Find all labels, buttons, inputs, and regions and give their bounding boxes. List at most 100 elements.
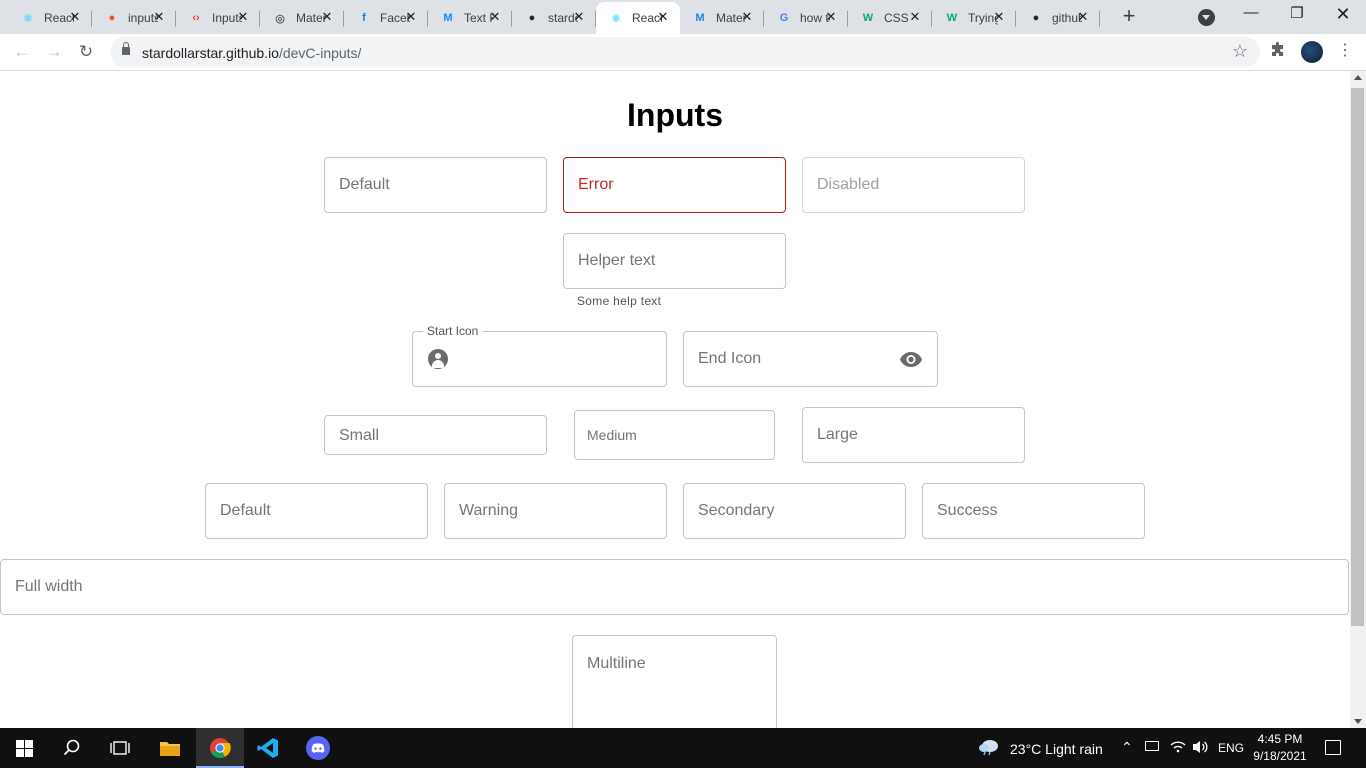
back-button[interactable]: ← [11, 41, 33, 63]
browser-tab[interactable]: ● github ✕ [1016, 2, 1100, 34]
large-input-placeholder: Large [817, 426, 858, 443]
color-warning-input[interactable]: Warning [444, 483, 667, 539]
scroll-up-arrow-icon[interactable] [1354, 75, 1362, 80]
new-tab-button[interactable]: + [1118, 5, 1140, 28]
tab-close-icon[interactable]: ✕ [152, 10, 166, 24]
search-icon [63, 739, 80, 756]
menu-kebab-icon[interactable]: ⋮ [1337, 40, 1353, 60]
extensions-puzzle-icon[interactable] [1270, 42, 1286, 63]
helper-text-input[interactable]: Helper text [563, 233, 786, 289]
default-input[interactable]: Default [324, 157, 547, 213]
tab-close-icon[interactable]: ✕ [656, 10, 670, 24]
color-secondary-input[interactable]: Secondary [683, 483, 906, 539]
chrome-icon [210, 738, 231, 759]
large-input[interactable]: Large [802, 407, 1025, 463]
browser-tab[interactable]: fFacebook✕ [344, 2, 428, 34]
clock-date[interactable]: 9/18/2021 [1250, 749, 1310, 763]
disabled-input: Disabled [802, 157, 1025, 213]
github-icon: ● [1032, 12, 1040, 24]
forward-button[interactable]: → [43, 41, 65, 63]
color-success-input[interactable]: Success [922, 483, 1145, 539]
mui-icon: M [695, 12, 705, 24]
reload-button[interactable]: ↻ [75, 41, 97, 63]
browser-tab[interactable]: ● inputs ✕ [92, 2, 176, 34]
notifications-icon[interactable] [1325, 740, 1341, 755]
language-indicator[interactable]: ENG [1218, 741, 1244, 755]
helper-text-input-placeholder: Helper text [578, 252, 656, 269]
show-hidden-icons-chevron-icon[interactable]: ⌃ [1121, 739, 1133, 756]
tab-close-icon[interactable]: ✕ [404, 10, 418, 24]
eye-icon[interactable] [899, 351, 923, 372]
error-input-placeholder: Error [578, 176, 614, 193]
start-icon-label: Start Icon [423, 324, 483, 338]
volume-icon[interactable] [1192, 739, 1208, 760]
tab-close-icon[interactable]: ✕ [572, 10, 586, 24]
tab-close-icon[interactable]: ✕ [992, 10, 1006, 24]
battery-icon[interactable] [1145, 741, 1159, 751]
tab-close-icon[interactable]: ✕ [908, 10, 922, 24]
address-bar[interactable]: stardollarstar.github.io/devC-inputs/ ☆ [110, 37, 1260, 67]
start-icon-input[interactable]: Start Icon [412, 324, 667, 387]
disabled-input-placeholder: Disabled [817, 176, 880, 193]
file-explorer-button[interactable] [146, 728, 194, 768]
bookmark-star-icon[interactable]: ☆ [1232, 41, 1248, 62]
lock-icon[interactable] [122, 42, 130, 55]
tab-search-icon[interactable] [1198, 9, 1215, 26]
tab-close-icon[interactable]: ✕ [236, 10, 250, 24]
wifi-icon[interactable] [1170, 738, 1186, 759]
minimize-button[interactable]: — [1241, 4, 1261, 26]
error-input[interactable]: Error [563, 157, 786, 213]
full-width-input-placeholder: Full width [15, 578, 83, 595]
windows-taskbar: 23°C Light rain ⌃ ENG 4:45 PM 9/18/2021 [0, 728, 1366, 768]
weather-cloud-icon[interactable] [978, 738, 1000, 761]
restore-button[interactable]: ❐ [1287, 4, 1307, 26]
full-width-input[interactable]: Full width [0, 559, 1349, 615]
start-button[interactable] [0, 728, 48, 768]
browser-tab[interactable]: ◎Material✕ [260, 2, 344, 34]
multiline-textarea[interactable]: Multiline [572, 635, 777, 728]
discord-taskbar-button[interactable] [294, 728, 342, 768]
browser-tab[interactable]: ‹› Inputs ✕ [176, 2, 260, 34]
browser-tab[interactable]: W CSS ✕ [848, 2, 932, 34]
task-view-button[interactable] [96, 728, 144, 768]
small-input[interactable]: Small [324, 415, 547, 455]
weather-text[interactable]: 23°C Light rain [1010, 741, 1103, 757]
react-icon: ⚛ [611, 12, 621, 25]
profile-avatar[interactable] [1301, 41, 1323, 63]
tab-close-icon[interactable]: ✕ [1076, 10, 1090, 24]
vscode-taskbar-button[interactable] [244, 728, 292, 768]
browser-tab[interactable]: ⚛React App✕ [596, 2, 680, 34]
color-warning-input-placeholder: Warning [459, 502, 518, 519]
scroll-thumb[interactable] [1351, 88, 1364, 626]
color-default-input-placeholder: Default [220, 502, 271, 519]
tab-close-icon[interactable]: ✕ [320, 10, 334, 24]
browser-tab[interactable]: MMaterial✕ [680, 2, 764, 34]
tab-strip: ⚛React App✕●inputs✕‹›Inputs✕◎Material✕fF… [0, 0, 1366, 34]
code-icon: ‹› [192, 12, 200, 24]
tab-close-icon[interactable]: ✕ [488, 10, 502, 24]
tab-close-icon[interactable]: ✕ [824, 10, 838, 24]
chrome-taskbar-button[interactable] [196, 728, 244, 768]
medium-input-placeholder: Medium [587, 427, 637, 443]
browser-tab[interactable]: ⚛React App✕ [8, 2, 92, 34]
default-input-placeholder: Default [339, 176, 390, 193]
search-button[interactable] [48, 728, 96, 768]
end-icon-input[interactable]: End Icon [683, 331, 938, 387]
tab-close-icon[interactable]: ✕ [68, 10, 82, 24]
page-scrollbar[interactable] [1350, 71, 1366, 728]
google-icon: G [779, 12, 789, 24]
end-icon-input-placeholder: End Icon [698, 350, 762, 367]
clock-time[interactable]: 4:45 PM [1252, 732, 1308, 746]
windows-logo-icon [15, 739, 33, 757]
scroll-down-arrow-icon[interactable] [1354, 719, 1362, 724]
browser-tab[interactable]: ●stardollarstar✕ [512, 2, 596, 34]
url-text[interactable]: stardollarstar.github.io/devC-inputs/ [142, 45, 361, 61]
medium-input[interactable]: Medium [574, 410, 775, 460]
browser-tab[interactable]: Ghow to✕ [764, 2, 848, 34]
close-window-button[interactable]: ✕ [1333, 4, 1353, 26]
tab-close-icon[interactable]: ✕ [740, 10, 754, 24]
browser-tab[interactable]: W Trying ✕ [932, 2, 1016, 34]
figma-icon: ● [108, 12, 116, 24]
color-default-input[interactable]: Default [205, 483, 428, 539]
browser-tab[interactable]: MText Field✕ [428, 2, 512, 34]
